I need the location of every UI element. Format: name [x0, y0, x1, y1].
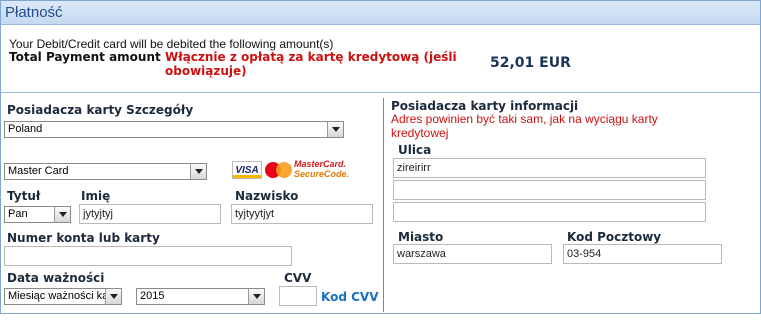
street-label: Ulica — [398, 143, 432, 157]
city-label: Miasto — [398, 230, 444, 244]
mastercard-securecode-line1: MasterCard. — [294, 159, 347, 169]
cardholder-details-heading: Posiadacza karty Szczegóły — [7, 103, 194, 117]
card-number-label: Numer konta lub karty — [7, 231, 160, 245]
last-name-label: Nazwisko — [235, 189, 299, 203]
first-name-input[interactable]: jytyjtyj — [79, 204, 221, 224]
card-type-select-value: Master Card — [8, 165, 69, 177]
first-name-label: Imię — [81, 189, 111, 203]
street-line3-input[interactable] — [393, 202, 706, 222]
chevron-down-icon[interactable] — [54, 207, 70, 222]
chevron-down-icon[interactable] — [327, 122, 343, 137]
card-fee-note: Włącznie z opłatą za kartę kredytową (je… — [165, 50, 457, 78]
expiry-year-select[interactable]: 2015 — [136, 288, 265, 305]
mastercard-securecode-line2: SecureCode. — [294, 169, 350, 179]
panel-header: Płatność — [1, 1, 760, 25]
cvv-help-link[interactable]: Kod CVV — [321, 290, 378, 304]
title-select[interactable]: Pan — [4, 206, 71, 223]
city-input[interactable]: warszawa — [393, 244, 552, 264]
cvv-label: CVV — [284, 271, 312, 285]
card-type-select[interactable]: Master Card — [4, 163, 207, 180]
mastercard-logo — [265, 161, 293, 179]
card-logos: VISA MasterCard. SecureCode. — [232, 159, 349, 181]
card-number-input[interactable] — [4, 246, 292, 266]
mastercard-securecode-logo: MasterCard. SecureCode. — [294, 159, 349, 179]
debit-info-text: Your Debit/Credit card will be debited t… — [9, 37, 334, 51]
payment-panel: Płatność Your Debit/Credit card will be … — [0, 0, 761, 314]
expiry-month-select[interactable]: Miesiąc ważności karty — [4, 288, 122, 305]
column-divider — [383, 98, 384, 312]
payment-summary: Your Debit/Credit card will be debited t… — [1, 29, 760, 93]
postcode-label: Kod Pocztowy — [567, 230, 662, 244]
panel-title: Płatność — [5, 4, 63, 21]
street-line1-input[interactable]: zireirirr — [393, 158, 706, 178]
title-select-value: Pan — [8, 208, 28, 220]
expiry-year-value: 2015 — [140, 290, 165, 302]
country-select[interactable]: Poland — [4, 121, 344, 138]
expiry-label: Data ważności — [7, 271, 105, 285]
cardholder-info-heading: Posiadacza karty informacji — [391, 99, 579, 113]
postcode-input[interactable]: 03-954 — [563, 244, 722, 264]
chevron-down-icon[interactable] — [105, 289, 121, 304]
chevron-down-icon[interactable] — [248, 289, 264, 304]
total-payment-label: Total Payment amount — [9, 50, 161, 64]
last-name-input[interactable]: tyjtyytjyt — [231, 204, 373, 224]
address-note: Adres powinien być taki sam, jak na wyci… — [391, 112, 658, 140]
expiry-month-value: Miesiąc ważności karty — [8, 290, 121, 302]
cvv-input[interactable] — [279, 286, 317, 306]
street-line2-input[interactable] — [393, 180, 706, 200]
visa-logo: VISA — [232, 161, 262, 179]
chevron-down-icon[interactable] — [190, 164, 206, 179]
title-label: Tytuł — [7, 189, 41, 203]
total-amount: 52,01 EUR — [490, 55, 571, 71]
country-select-value: Poland — [8, 123, 43, 135]
